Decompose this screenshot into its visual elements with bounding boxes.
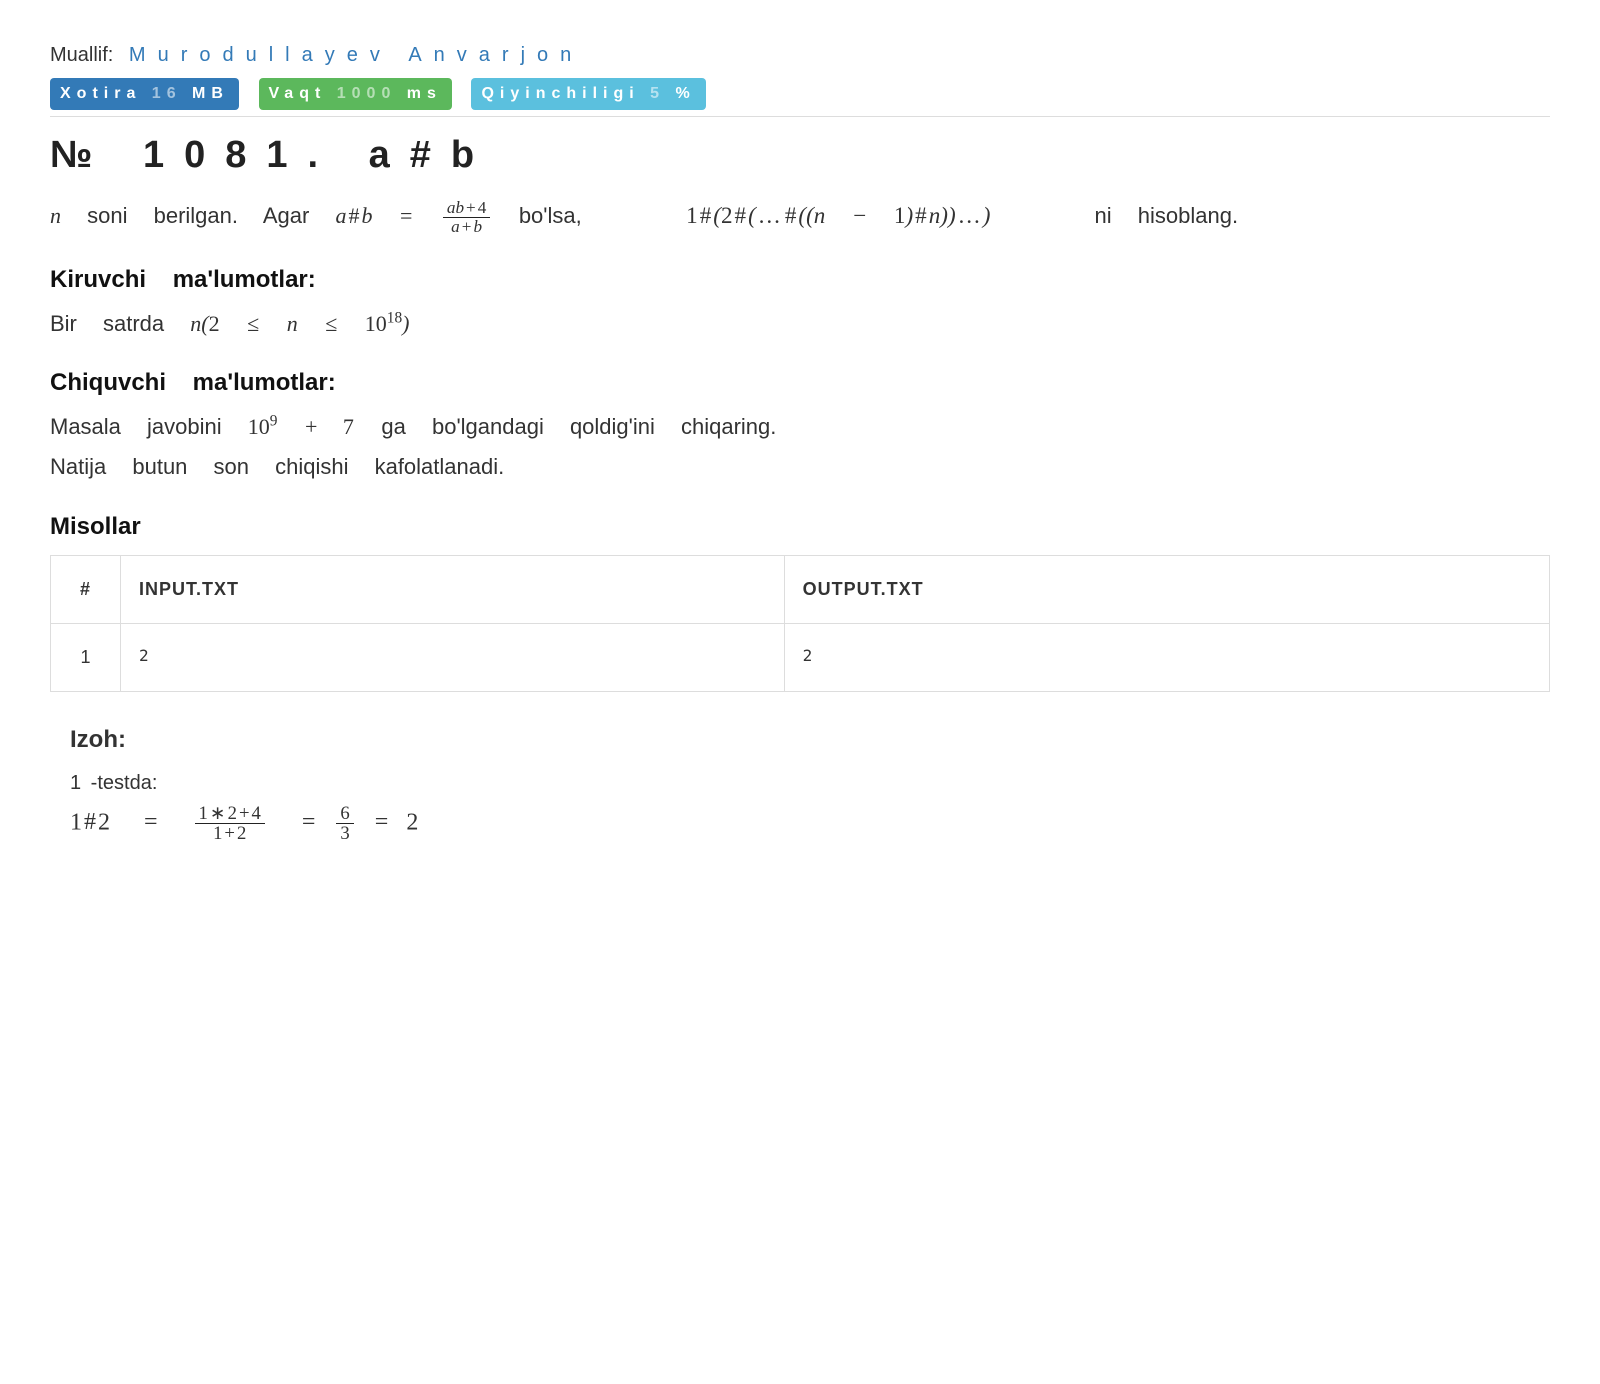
stmt-var-n: n (50, 203, 61, 228)
badge-memory-label: Xotira (60, 85, 141, 102)
title-name: a#b (369, 134, 494, 176)
stmt-def-den: a+b (443, 217, 490, 236)
stmt-def-lhs: a#b (335, 203, 372, 228)
author-label: Muallif: (50, 44, 113, 66)
badge-time-value: 1000 (337, 85, 397, 102)
table-header-row: # INPUT.TXT OUTPUT.TXT (51, 555, 1550, 623)
problem-title: № 1081. a#b (50, 127, 1550, 184)
title-number-prefix: № (50, 134, 112, 176)
author-line: Muallif: Murodullayev Anvarjon (50, 40, 1550, 70)
output-mod-exp: 9 (270, 413, 278, 430)
badge-memory-value: 16 (152, 85, 182, 102)
badge-memory-unit: MB (192, 85, 229, 102)
badge-time-label: Vaqt (269, 85, 327, 102)
examples-table: # INPUT.TXT OUTPUT.TXT 1 2 2 (50, 555, 1550, 692)
cell-idx: 1 (51, 623, 121, 691)
author-link[interactable]: Murodullayev Anvarjon (129, 44, 583, 66)
input-high-exp: 18 (387, 310, 402, 327)
output-mod-base: 10 (248, 414, 270, 439)
badge-memory: Xotira 16 MB (50, 78, 239, 110)
output-mod-plus: + 7 (303, 414, 356, 439)
input-high-base: 10 (365, 311, 387, 336)
cell-input: 2 (121, 623, 785, 691)
stmt-def-num: ab+4 (443, 199, 490, 217)
output-pre: Masala javobini (50, 414, 222, 439)
table-row: 1 2 2 (51, 623, 1550, 691)
title-number: 1081. (143, 134, 338, 176)
input-heading: Kiruvchi ma'lumotlar: (50, 262, 1550, 298)
col-output: OUTPUT.TXT (784, 555, 1549, 623)
input-pre: Bir satrda (50, 311, 164, 336)
badge-difficulty-unit: % (676, 85, 696, 102)
output-heading: Chiquvchi ma'lumotlar: (50, 365, 1550, 401)
badge-time-unit: ms (407, 85, 442, 102)
input-constraint: n(2 ≤ n ≤ 1018) (190, 311, 409, 336)
badge-difficulty-label: Qiyinchiligi (481, 85, 639, 102)
note-result: 2 (406, 809, 418, 835)
output-post: ga bo'lgandagi qoldig'ini chiqaring. (381, 414, 776, 439)
note-block: Izoh: 1 -testda: 1#2 = 1∗2+4 1+2 = 6 3 =… (50, 722, 1550, 844)
equals-sign: = (398, 203, 440, 228)
divider (50, 116, 1550, 117)
note-heading: Izoh: (70, 722, 1550, 758)
note-frac1: 1∗2+4 1+2 (195, 804, 265, 844)
badges-row: Xotira 16 MB Vaqt 1000 ms Qiyinchiligi 5… (50, 78, 1550, 110)
stmt-def: a#b = ab+4 a+b (335, 203, 518, 228)
note-calc: 1#2 = 1∗2+4 1+2 = 6 3 = 2 (70, 804, 1550, 844)
note-frac2: 6 3 (336, 804, 353, 844)
note-test-label: 1 -testda: (70, 768, 1550, 798)
badge-difficulty: Qiyinchiligi 5 % (471, 78, 705, 110)
badge-difficulty-value: 5 (650, 85, 665, 102)
col-idx: # (51, 555, 121, 623)
stmt-def-frac: ab+4 a+b (443, 199, 490, 236)
input-body: Bir satrda n(2 ≤ n ≤ 1018) (50, 304, 1550, 344)
badge-time: Vaqt 1000 ms (259, 78, 452, 110)
cell-output: 2 (784, 623, 1549, 691)
problem-statement: n n soni berilgan. Agar soni berilgan. A… (50, 194, 1550, 238)
output-mod: 109 + 7 (248, 414, 382, 439)
output-body: Masala javobini 109 + 7 ga bo'lgandagi q… (50, 407, 1550, 486)
examples-heading: Misollar (50, 509, 1550, 545)
col-input: INPUT.TXT (121, 555, 785, 623)
output-line2: Natija butun son chiqishi kafolatlanadi. (50, 454, 504, 479)
input-low: 2 (209, 311, 220, 336)
stmt-expr: 1#(2#(…#((n − 1)#n))…) (686, 202, 1016, 228)
stmt-mid: bo'lsa, (519, 203, 582, 228)
